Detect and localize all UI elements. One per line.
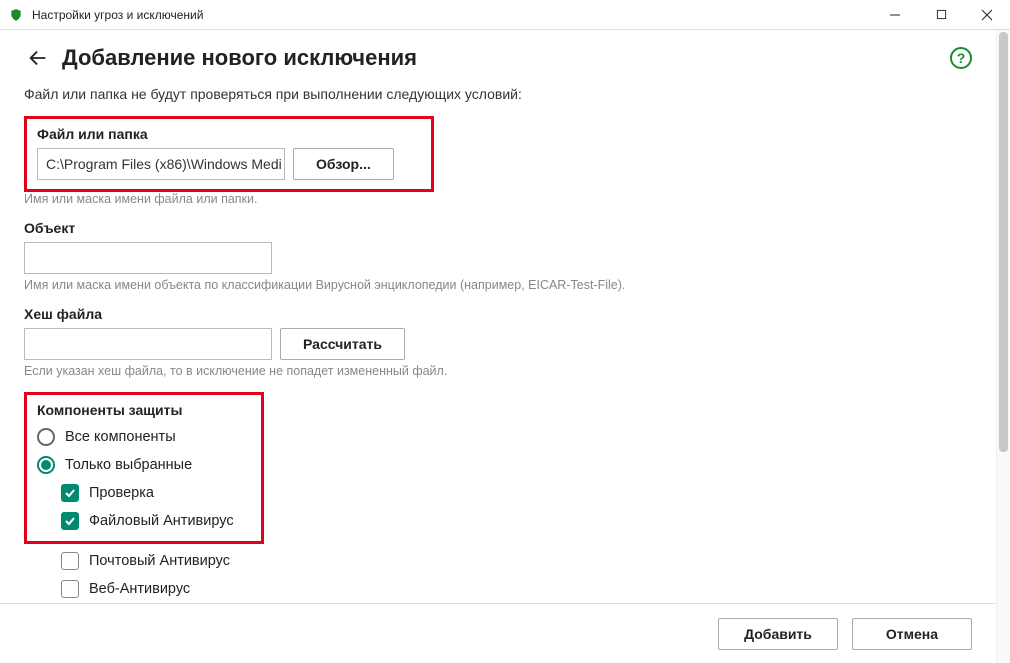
page-title: Добавление нового исключения	[62, 45, 950, 71]
components-label: Компоненты защиты	[37, 402, 251, 418]
radio-selected[interactable]: Только выбранные	[37, 456, 251, 474]
check-scan[interactable]: Проверка	[61, 484, 251, 502]
check-mail-av[interactable]: Почтовый Антивирус	[61, 552, 972, 570]
file-folder-input[interactable]: C:\Program Files (x86)\Windows Medi	[37, 148, 285, 180]
check-file-av[interactable]: Файловый Антивирус	[61, 512, 251, 530]
close-button[interactable]	[964, 0, 1010, 29]
components-highlight: Компоненты защиты Все компоненты Только …	[24, 392, 264, 544]
window-title: Настройки угроз и исключений	[32, 8, 872, 22]
back-button[interactable]	[24, 44, 52, 72]
radio-all[interactable]: Все компоненты	[37, 428, 251, 446]
title-bar: Настройки угроз и исключений	[0, 0, 1010, 30]
checkbox-icon	[61, 580, 79, 598]
help-icon[interactable]: ?	[950, 47, 972, 69]
hash-label: Хеш файла	[24, 306, 972, 322]
footer: Добавить Отмена	[0, 603, 996, 663]
check-mail-av-label: Почтовый Антивирус	[89, 553, 230, 569]
check-web-av[interactable]: Веб-Антивирус	[61, 580, 972, 598]
add-button[interactable]: Добавить	[718, 618, 838, 650]
check-web-av-label: Веб-Антивирус	[89, 581, 190, 597]
radio-selected-label: Только выбранные	[65, 457, 192, 473]
object-input[interactable]	[24, 242, 272, 274]
window-controls	[872, 0, 1010, 29]
object-hint: Имя или маска имени объекта по классифик…	[24, 278, 972, 292]
check-file-av-label: Файловый Антивирус	[89, 513, 234, 529]
scroll-thumb[interactable]	[999, 32, 1008, 452]
content-area: Добавление нового исключения ? Файл или …	[0, 30, 996, 663]
maximize-button[interactable]	[918, 0, 964, 29]
calculate-button[interactable]: Рассчитать	[280, 328, 405, 360]
file-folder-hint: Имя или маска имени файла или папки.	[24, 192, 972, 206]
file-folder-label: Файл или папка	[37, 126, 421, 142]
hash-hint: Если указан хеш файла, то в исключение н…	[24, 364, 972, 378]
intro-text: Файл или папка не будут проверяться при …	[24, 86, 972, 102]
cancel-button[interactable]: Отмена	[852, 618, 972, 650]
checkbox-icon	[61, 552, 79, 570]
shield-icon	[8, 7, 24, 23]
check-scan-label: Проверка	[89, 485, 154, 501]
checkbox-icon	[61, 512, 79, 530]
radio-all-label: Все компоненты	[65, 429, 176, 445]
file-folder-highlight: Файл или папка C:\Program Files (x86)\Wi…	[24, 116, 434, 192]
object-label: Объект	[24, 220, 972, 236]
minimize-button[interactable]	[872, 0, 918, 29]
radio-icon	[37, 428, 55, 446]
browse-button[interactable]: Обзор...	[293, 148, 394, 180]
radio-icon	[37, 456, 55, 474]
scrollbar[interactable]	[996, 30, 1010, 663]
hash-input[interactable]	[24, 328, 272, 360]
checkbox-icon	[61, 484, 79, 502]
